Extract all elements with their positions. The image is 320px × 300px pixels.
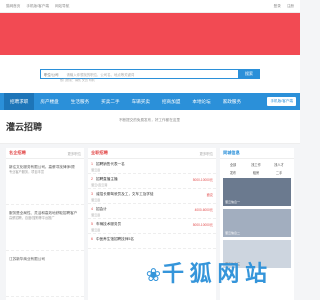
auth-links: 登录 注册	[274, 4, 294, 9]
job-title: 招聘直播主播	[96, 177, 118, 181]
top-bar: 猫网首页 手机版/客户端 网站导航 登录 注册	[0, 0, 300, 13]
company-desc: 高薪招聘，百度/搜狗等平台推广	[9, 216, 55, 221]
nav-item-housekeeping[interactable]: 家政服务	[217, 99, 247, 105]
job-title: 诚招长期驾驶员及工，文车工及学徒	[96, 192, 154, 196]
register-link[interactable]: 注册	[287, 4, 294, 9]
paw-icon: ❀	[145, 265, 161, 286]
job-rank: 4	[91, 207, 93, 211]
job-title: 招会计	[96, 207, 107, 211]
nav-item-jobs[interactable]: 招聘求职	[4, 93, 35, 110]
city-title: 灌云招聘	[6, 122, 43, 132]
banner	[0, 13, 300, 55]
job-info: 3 诚招长期驾驶员及工，文车工及学徒 灌云县	[91, 192, 154, 202]
panel-title: 同城信息	[223, 150, 240, 155]
city-header: 灌云招聘 不断提交的免费发布，好工作都在这里	[0, 110, 300, 144]
main-nav: 招聘求职 房产楼盘 生活服务 买卖二手 车辆买卖 招商加盟 本地论坛 家政服务 …	[0, 93, 300, 110]
job-title: 招聘销售代表一名	[96, 162, 125, 166]
top-link-home[interactable]: 猫网首页	[6, 4, 20, 9]
job-location: 灌云县	[91, 198, 101, 202]
job-salary: 5000-10000元	[192, 223, 213, 227]
job-location: 灌云县	[91, 168, 101, 172]
job-row[interactable]: 2 招聘直播主播 灌云/连云港 5000-10000元	[88, 174, 216, 189]
job-row[interactable]: 6 中医养生馆招聘技师5名	[88, 234, 216, 249]
nav-item-secondhand[interactable]: 买卖二手	[95, 99, 125, 105]
search-category-select[interactable]: 职位/公司	[44, 72, 59, 77]
job-info: 5 车辆技术服务员 灌云县	[91, 222, 121, 232]
company-item[interactable]: 服务是全局性、灵活和高效地获取招聘客户 高薪招聘，百度/搜狗等平台推广	[6, 205, 84, 251]
more-link[interactable]: 更多职位	[199, 151, 213, 156]
company-desc: 专业客户服务，项目丰富	[9, 170, 45, 175]
panel-title: 名企招聘	[9, 150, 26, 155]
job-rank: 3	[91, 192, 93, 196]
panel-header: 名企招聘 更多职位	[6, 148, 84, 159]
category-item[interactable]: 二手	[269, 170, 289, 175]
category-item[interactable]: 发布	[223, 170, 243, 175]
nav-item-forum[interactable]: 本地论坛	[186, 99, 216, 105]
search-button[interactable]: 搜索	[238, 69, 260, 79]
category-item[interactable]: 找工作	[246, 162, 266, 167]
nav-item-realestate[interactable]: 房产楼盘	[34, 99, 64, 105]
company-name: 江苏新华商业有限公司	[9, 257, 45, 261]
top-link-mobile[interactable]: 手机版/客户端	[26, 4, 49, 9]
watermark-logo: ❀千 狐 网 站	[145, 256, 267, 288]
job-location: 灌云县	[91, 213, 101, 217]
job-info: 4 招会计 灌云县	[91, 207, 107, 217]
city-note: 不断提交的免费发布，好工作都在这里	[118, 118, 180, 122]
hot-keywords: 热门搜索：销售 文员 司机	[60, 78, 95, 82]
job-row[interactable]: 1 招聘销售代表一名 灌云县	[88, 159, 216, 174]
info-thumbnail[interactable]: 灌云信息一	[223, 178, 291, 206]
job-title: 中医养生馆招聘技师5名	[96, 237, 134, 241]
watermark-text: 千 狐 网 站	[162, 262, 267, 287]
job-info: 2 招聘直播主播 灌云/连云港	[91, 177, 118, 187]
login-link[interactable]: 登录	[274, 4, 281, 9]
job-salary: 5000-10000元	[192, 178, 213, 182]
job-row[interactable]: 3 诚招长期驾驶员及工，文车工及学徒 灌云县 面议	[88, 189, 216, 204]
info-thumbnail[interactable]: 灌云信息二	[223, 209, 291, 237]
panel-title: 全职招聘	[91, 150, 108, 155]
more-link[interactable]: 更多职位	[67, 151, 81, 156]
job-title: 车辆技术服务员	[96, 222, 122, 226]
company-item[interactable]: 新往文化服务有限公司。高薪寻找律师/顾 专业客户服务，项目丰富	[6, 159, 84, 205]
job-rank: 6	[91, 237, 93, 241]
page: 猫网首页 手机版/客户端 网站导航 登录 注册 职位/公司 请输入你想找的职位、…	[0, 0, 300, 300]
mobile-app-button[interactable]: 手机版/客户端	[267, 97, 296, 106]
category-item[interactable]: 租房	[246, 170, 266, 175]
nav-item-vehicles[interactable]: 车辆买卖	[126, 99, 156, 105]
info-thumbnails: 灌云信息一 灌云信息二 灌云信息三	[220, 178, 294, 268]
top-link-sitemap[interactable]: 网站导航	[55, 4, 69, 9]
search-area: 职位/公司 请输入你想找的职位、公司名、地点等关键词 搜索	[0, 55, 300, 93]
search-placeholder: 请输入你想找的职位、公司名、地点等关键词	[66, 72, 135, 77]
job-info: 6 中医养生馆招聘技师5名	[91, 237, 134, 242]
job-rank: 5	[91, 222, 93, 226]
job-location: 灌云/连云港	[91, 183, 108, 187]
panel-header: 全职招聘 更多职位	[88, 148, 216, 159]
nav-item-franchise[interactable]: 招商加盟	[156, 99, 186, 105]
panel-header: 同城信息	[220, 148, 294, 159]
top-links: 猫网首页 手机版/客户端 网站导航	[6, 4, 69, 9]
job-salary: 面议	[206, 193, 213, 197]
job-rank: 2	[91, 177, 93, 181]
job-info: 1 招聘销售代表一名 灌云县	[91, 162, 125, 172]
job-row[interactable]: 4 招会计 灌云县 4000-6000元	[88, 204, 216, 219]
job-location: 灌云县	[91, 228, 101, 232]
company-item[interactable]: 江苏新华商业有限公司	[6, 251, 84, 297]
job-salary: 4000-6000元	[194, 208, 213, 212]
job-rank: 1	[91, 162, 93, 166]
category-item[interactable]: 找人才	[269, 162, 289, 167]
nav-item-life-services[interactable]: 生活服务	[65, 99, 95, 105]
category-grid: 全部 找工作 找人才 发布 租房 二手	[220, 159, 294, 178]
famous-company-panel: 名企招聘 更多职位 新往文化服务有限公司。高薪寻找律师/顾 专业客户服务，项目丰…	[6, 148, 84, 300]
category-item[interactable]: 全部	[223, 162, 243, 167]
job-row[interactable]: 5 车辆技术服务员 灌云县 5000-10000元	[88, 219, 216, 234]
